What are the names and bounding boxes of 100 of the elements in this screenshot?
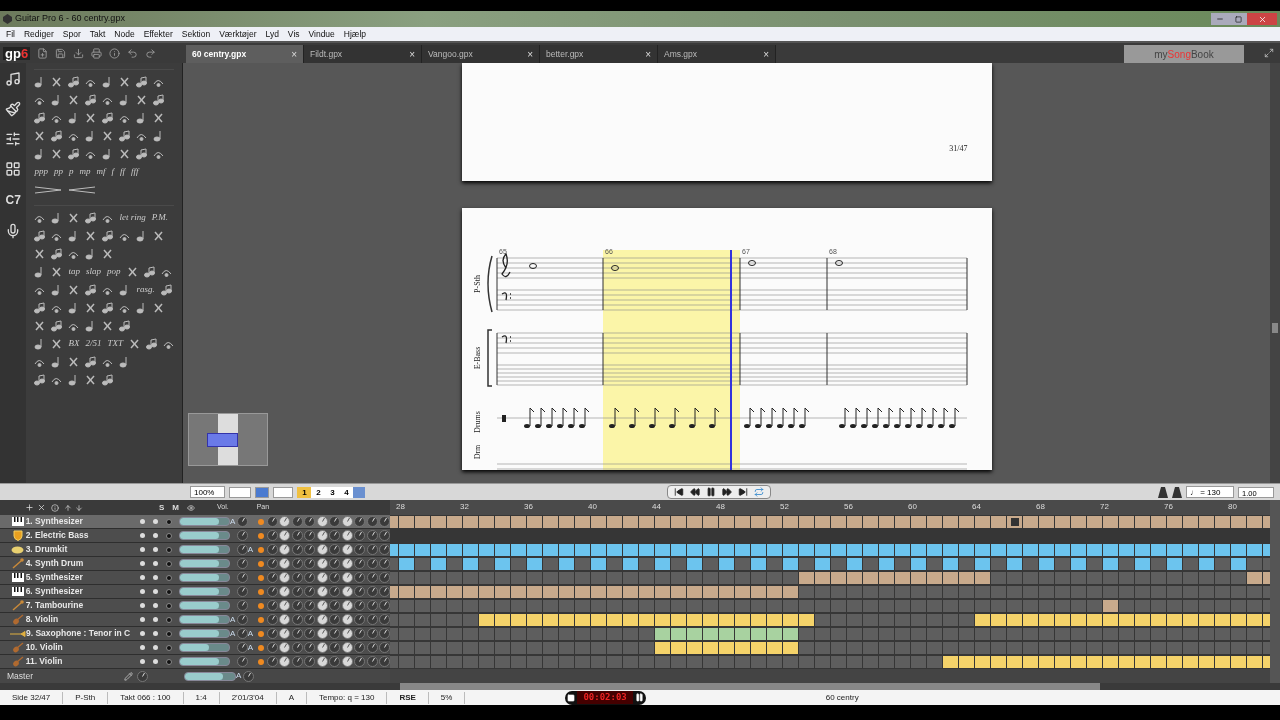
clip[interactable] bbox=[1039, 656, 1054, 668]
knob-icon[interactable] bbox=[341, 586, 353, 597]
clip[interactable] bbox=[463, 544, 478, 556]
delete-track-icon[interactable] bbox=[37, 503, 46, 512]
clip[interactable] bbox=[751, 558, 766, 570]
clip[interactable] bbox=[1215, 614, 1230, 626]
knob-icon[interactable] bbox=[316, 516, 328, 527]
clip[interactable] bbox=[687, 558, 702, 570]
knob-icon[interactable] bbox=[354, 572, 365, 583]
clip[interactable] bbox=[399, 516, 414, 528]
download-icon[interactable] bbox=[73, 47, 85, 59]
knob-icon[interactable] bbox=[243, 670, 254, 682]
clip[interactable] bbox=[671, 628, 686, 640]
knob-icon[interactable] bbox=[329, 544, 340, 555]
notation-symbol-icon[interactable] bbox=[119, 75, 131, 88]
clip[interactable] bbox=[895, 544, 910, 556]
knob-icon[interactable] bbox=[316, 572, 328, 583]
chord-button[interactable]: C7 bbox=[5, 191, 21, 209]
clip[interactable] bbox=[767, 516, 782, 528]
track-header[interactable]: 4. Synth Drum bbox=[0, 557, 390, 571]
notation-symbol-icon[interactable] bbox=[102, 229, 114, 242]
clip[interactable] bbox=[415, 544, 430, 556]
rewind-icon[interactable] bbox=[690, 487, 701, 497]
clip[interactable] bbox=[1231, 544, 1246, 556]
move-up-icon[interactable] bbox=[64, 503, 72, 512]
clip[interactable] bbox=[1103, 614, 1118, 626]
volume-slider[interactable] bbox=[179, 545, 230, 554]
clip[interactable] bbox=[527, 586, 542, 598]
knob-icon[interactable] bbox=[341, 572, 353, 583]
track-header[interactable]: 9. Saxophone : Tenor in C A A bbox=[0, 627, 390, 641]
notation-symbol-icon[interactable] bbox=[153, 111, 165, 124]
knob-icon[interactable] bbox=[291, 642, 303, 653]
notation-symbol-icon[interactable] bbox=[119, 129, 131, 142]
knob-icon[interactable] bbox=[304, 642, 315, 653]
clip[interactable] bbox=[1071, 558, 1086, 570]
notation-symbol-icon[interactable] bbox=[68, 355, 80, 368]
clip[interactable] bbox=[543, 614, 558, 626]
maximize-button[interactable] bbox=[1229, 13, 1247, 25]
clip[interactable] bbox=[815, 558, 830, 570]
sliders-icon[interactable] bbox=[5, 131, 22, 147]
clip[interactable] bbox=[703, 516, 718, 528]
new-file-icon[interactable] bbox=[37, 47, 49, 59]
clip[interactable] bbox=[783, 544, 798, 556]
track-header[interactable]: 7. Tambourine bbox=[0, 599, 390, 613]
clip[interactable] bbox=[1247, 572, 1262, 584]
notation-symbol-icon[interactable] bbox=[136, 93, 148, 106]
clip[interactable] bbox=[463, 558, 478, 570]
clip[interactable] bbox=[399, 586, 414, 598]
clip[interactable] bbox=[783, 516, 798, 528]
clip[interactable] bbox=[703, 642, 718, 654]
clip[interactable] bbox=[751, 614, 766, 626]
track-header[interactable]: 2. Electric Bass bbox=[0, 529, 390, 543]
clip[interactable] bbox=[975, 572, 990, 584]
palette-label[interactable]: tap bbox=[68, 267, 80, 276]
clip[interactable] bbox=[719, 642, 734, 654]
knob-icon[interactable] bbox=[366, 516, 378, 527]
clip[interactable] bbox=[847, 516, 862, 528]
clip[interactable] bbox=[1151, 516, 1166, 528]
notation-symbol-icon[interactable] bbox=[102, 373, 114, 386]
clip[interactable] bbox=[831, 572, 846, 584]
notation-symbol-icon[interactable] bbox=[85, 211, 97, 224]
notation-symbol-icon[interactable] bbox=[68, 75, 80, 88]
track-header[interactable]: 3. Drumkit A bbox=[0, 543, 390, 557]
clip[interactable] bbox=[1007, 544, 1022, 556]
clip[interactable] bbox=[767, 586, 782, 598]
clip[interactable] bbox=[591, 544, 606, 556]
notation-symbol-icon[interactable] bbox=[85, 93, 97, 106]
clip[interactable] bbox=[1135, 516, 1150, 528]
knob-icon[interactable] bbox=[279, 516, 290, 527]
menu-item[interactable]: Fil bbox=[6, 27, 15, 41]
clip[interactable] bbox=[1007, 656, 1022, 668]
voice-button[interactable]: 3 bbox=[325, 486, 340, 498]
clip[interactable] bbox=[1199, 544, 1214, 556]
clip[interactable] bbox=[863, 544, 878, 556]
clip[interactable] bbox=[943, 558, 958, 570]
menu-item[interactable]: Lyd bbox=[265, 27, 279, 41]
clip[interactable] bbox=[1055, 544, 1070, 556]
redo-icon[interactable] bbox=[145, 47, 157, 59]
close-tab-button[interactable]: × bbox=[645, 46, 651, 62]
track-header[interactable]: 5. Synthesizer bbox=[0, 571, 390, 585]
view-mode-button[interactable] bbox=[273, 486, 294, 498]
knob-icon[interactable] bbox=[304, 572, 315, 583]
clip[interactable] bbox=[815, 516, 830, 528]
clip[interactable] bbox=[1087, 516, 1102, 528]
knob-icon[interactable] bbox=[366, 614, 378, 625]
menu-item[interactable]: Vindue bbox=[308, 27, 335, 41]
clip[interactable] bbox=[687, 516, 702, 528]
knob-icon[interactable] bbox=[266, 656, 278, 667]
knob-icon[interactable] bbox=[266, 530, 278, 541]
notation-symbol-icon[interactable] bbox=[102, 301, 114, 314]
clip[interactable] bbox=[1231, 614, 1246, 626]
clip[interactable] bbox=[1055, 516, 1070, 528]
pause-icon[interactable] bbox=[634, 693, 644, 702]
clip[interactable] bbox=[783, 558, 798, 570]
clip[interactable] bbox=[1087, 656, 1102, 668]
menu-item[interactable]: Vis bbox=[287, 27, 300, 41]
clip[interactable] bbox=[1103, 558, 1118, 570]
knob-icon[interactable] bbox=[266, 600, 278, 611]
clip[interactable] bbox=[911, 558, 926, 570]
clip[interactable] bbox=[655, 544, 670, 556]
